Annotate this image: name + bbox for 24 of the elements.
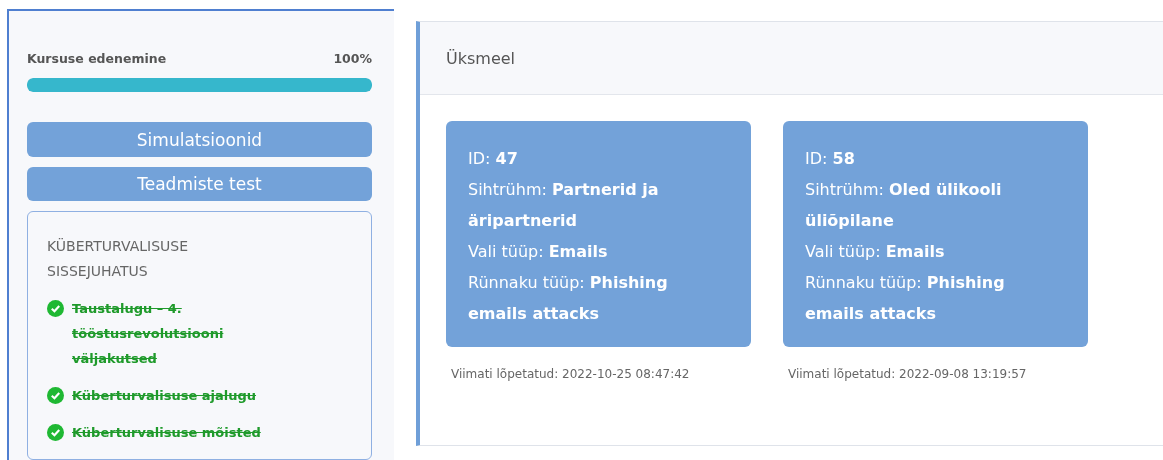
card-field: Vali tüüp: Emails [468, 236, 711, 267]
card-field: Vali tüüp: Emails [805, 236, 1048, 267]
card-field: ID: 58 [805, 143, 1048, 174]
card-field: Rünnaku tüüp: Phishing emails attacks [805, 267, 1048, 329]
completed-time: Viimati lõpetatud: 2022-09-08 13:19:57 [787, 367, 1028, 381]
nav-button[interactable]: Simulatsioonid [27, 122, 372, 157]
simulation-card[interactable]: ID: 58 Sihtrühm: Oled ülikooli üliõpilane Vali tüüp: Emails Rünnaku tüüp: Phishing emails attacks [783, 121, 1088, 347]
check-circle-icon [47, 424, 64, 441]
nav-button[interactable]: Teadmiste test [27, 166, 372, 201]
card-field: Sihtrühm: Oled ülikooli üliõpilane [805, 174, 1048, 236]
card-field: ID: 47 [468, 143, 711, 174]
simulation-card[interactable]: ID: 47 Sihtrühm: Partnerid ja äripartnerid Vali tüüp: Emails Rünnaku tüüp: Phishing emails attacks [446, 121, 751, 347]
module-title: KÜBERTURVALISUSE SISSEJUHATUS [47, 237, 190, 281]
card-field: Sihtrühm: Partnerid ja äripartnerid [468, 174, 711, 236]
lesson-link[interactable]: Taustalugu – 4. tööstusrevolutsiooni väljakutsed [72, 296, 307, 371]
check-circle-icon [47, 387, 64, 404]
progress-label: Kursuse edenemine [27, 51, 167, 66]
progress-percent: 100% [333, 51, 372, 66]
lesson-link[interactable]: Küberturvalisuse mõisted [72, 420, 261, 445]
completed-time: Viimati lõpetatud: 2022-10-25 08:47:42 [450, 367, 691, 381]
panel-title: Üksmeel [446, 48, 516, 68]
card-field: Rünnaku tüüp: Phishing emails attacks [468, 267, 711, 329]
check-circle-icon [47, 300, 64, 317]
lesson-link[interactable]: Küberturvalisuse ajalugu [72, 383, 257, 408]
